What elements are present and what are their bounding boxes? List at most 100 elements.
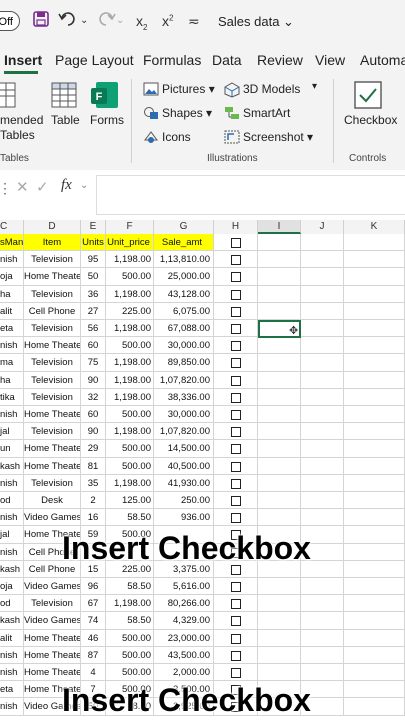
empty-cell[interactable] <box>344 681 405 699</box>
checkbox-control[interactable] <box>231 616 241 627</box>
empty-cell[interactable] <box>344 474 405 492</box>
cell-k[interactable] <box>344 234 405 252</box>
cell-h[interactable] <box>214 406 258 424</box>
table-cell[interactable]: ha <box>0 285 24 303</box>
shapes-icon[interactable] <box>143 106 159 125</box>
empty-cell[interactable] <box>344 337 405 355</box>
table-cell[interactable]: 500.00 <box>106 268 154 286</box>
checkbox-control[interactable] <box>231 272 241 283</box>
table-cell[interactable]: 1,07,820.00 <box>154 423 214 441</box>
table-cell[interactable]: 1,198.00 <box>106 595 154 613</box>
header-unit-price[interactable]: Unit_price <box>106 234 154 252</box>
table-cell[interactable]: 4 <box>81 664 106 682</box>
empty-cell[interactable] <box>301 612 344 630</box>
empty-cell[interactable] <box>301 509 344 527</box>
empty-cell[interactable] <box>301 664 344 682</box>
empty-cell[interactable] <box>344 423 405 441</box>
cell-h[interactable] <box>214 629 258 647</box>
recommended-tables-icon[interactable] <box>0 81 16 114</box>
table-icon[interactable] <box>51 81 77 114</box>
table-cell[interactable]: Home Theater <box>24 457 81 475</box>
empty-cell[interactable] <box>301 457 344 475</box>
empty-cell[interactable] <box>258 406 301 424</box>
table-cell[interactable]: Television <box>24 320 81 338</box>
table-cell[interactable]: nish <box>0 698 24 716</box>
empty-cell[interactable] <box>301 337 344 355</box>
column-header-k[interactable]: K <box>344 220 405 234</box>
empty-cell[interactable] <box>258 354 301 372</box>
formula-input[interactable] <box>96 175 405 215</box>
checkbox-control[interactable] <box>231 410 241 420</box>
table-button[interactable]: Table <box>51 113 80 127</box>
icons-button[interactable]: Icons <box>162 130 191 144</box>
empty-cell[interactable] <box>258 423 301 441</box>
column-header-h[interactable]: H <box>214 220 258 234</box>
tab-view[interactable]: View <box>315 52 345 68</box>
table-cell[interactable]: 87 <box>81 646 106 664</box>
table-cell[interactable]: 95 <box>81 251 106 269</box>
smartart-button[interactable]: SmartArt <box>243 106 290 120</box>
table-cell[interactable]: 58.50 <box>106 578 154 596</box>
empty-cell[interactable] <box>344 595 405 613</box>
customize-qat-icon[interactable]: ≂ <box>188 13 200 30</box>
table-cell[interactable]: 250.00 <box>154 492 214 510</box>
table-cell[interactable]: 43,500.00 <box>154 646 214 664</box>
screenshot-icon[interactable] <box>224 130 240 149</box>
checkbox-control[interactable] <box>231 496 241 506</box>
screenshot-button[interactable]: Screenshot ▾ <box>243 130 313 144</box>
empty-cell[interactable] <box>301 406 344 424</box>
chevron-down-icon[interactable]: ⌄ <box>80 180 88 191</box>
empty-cell[interactable] <box>344 406 405 424</box>
table-cell[interactable]: 1,198.00 <box>106 371 154 389</box>
table-cell[interactable]: 500.00 <box>106 406 154 424</box>
cell-h[interactable] <box>214 423 258 441</box>
3d-models-button[interactable]: 3D Models <box>243 82 300 96</box>
table-cell[interactable]: 36 <box>81 285 106 303</box>
empty-cell[interactable] <box>344 612 405 630</box>
empty-cell[interactable] <box>258 440 301 458</box>
cell-h[interactable] <box>214 578 258 596</box>
cell-h[interactable] <box>214 251 258 269</box>
header-item[interactable]: Item <box>24 234 81 252</box>
empty-cell[interactable] <box>301 440 344 458</box>
table-cell[interactable]: 50 <box>81 268 106 286</box>
table-cell[interactable]: Home Theater <box>24 268 81 286</box>
table-cell[interactable]: Video Games <box>24 578 81 596</box>
cell-h[interactable] <box>214 320 258 338</box>
checkbox-control[interactable] <box>231 375 241 386</box>
table-cell[interactable]: Desk <box>24 492 81 510</box>
empty-cell[interactable] <box>258 371 301 389</box>
checkbox-control[interactable] <box>231 392 241 403</box>
table-cell[interactable]: 5,616.00 <box>154 578 214 596</box>
3d-models-dropdown-icon[interactable]: ▾ <box>312 81 317 92</box>
table-cell[interactable]: Home Theater <box>24 406 81 424</box>
empty-cell[interactable] <box>344 526 405 544</box>
checkbox-control[interactable] <box>231 238 241 248</box>
empty-cell[interactable] <box>344 629 405 647</box>
redo-icon[interactable] <box>96 10 116 33</box>
table-cell[interactable]: Television <box>24 595 81 613</box>
table-cell[interactable]: 41,930.00 <box>154 474 214 492</box>
table-cell[interactable]: 500.00 <box>106 664 154 682</box>
undo-icon[interactable] <box>58 10 78 33</box>
column-header-d[interactable]: D <box>24 220 81 234</box>
table-cell[interactable]: jal <box>0 423 24 441</box>
cell-h[interactable] <box>214 337 258 355</box>
cell-h[interactable] <box>214 595 258 613</box>
cell-h[interactable] <box>214 646 258 664</box>
empty-cell[interactable] <box>344 302 405 320</box>
table-cell[interactable]: Home Theater <box>24 337 81 355</box>
3d-models-icon[interactable] <box>224 82 240 103</box>
enter-icon[interactable]: ✓ <box>36 178 49 196</box>
table-cell[interactable]: 1,198.00 <box>106 423 154 441</box>
checkbox-control[interactable] <box>231 255 241 266</box>
empty-cell[interactable] <box>301 285 344 303</box>
empty-cell[interactable] <box>258 595 301 613</box>
empty-cell[interactable] <box>344 268 405 286</box>
shapes-button[interactable]: Shapes ▾ <box>162 106 212 120</box>
empty-cell[interactable] <box>301 302 344 320</box>
table-cell[interactable]: 936.00 <box>154 509 214 527</box>
smartart-icon[interactable] <box>224 106 240 125</box>
table-cell[interactable]: 2,000.00 <box>154 664 214 682</box>
table-cell[interactable]: 27 <box>81 302 106 320</box>
